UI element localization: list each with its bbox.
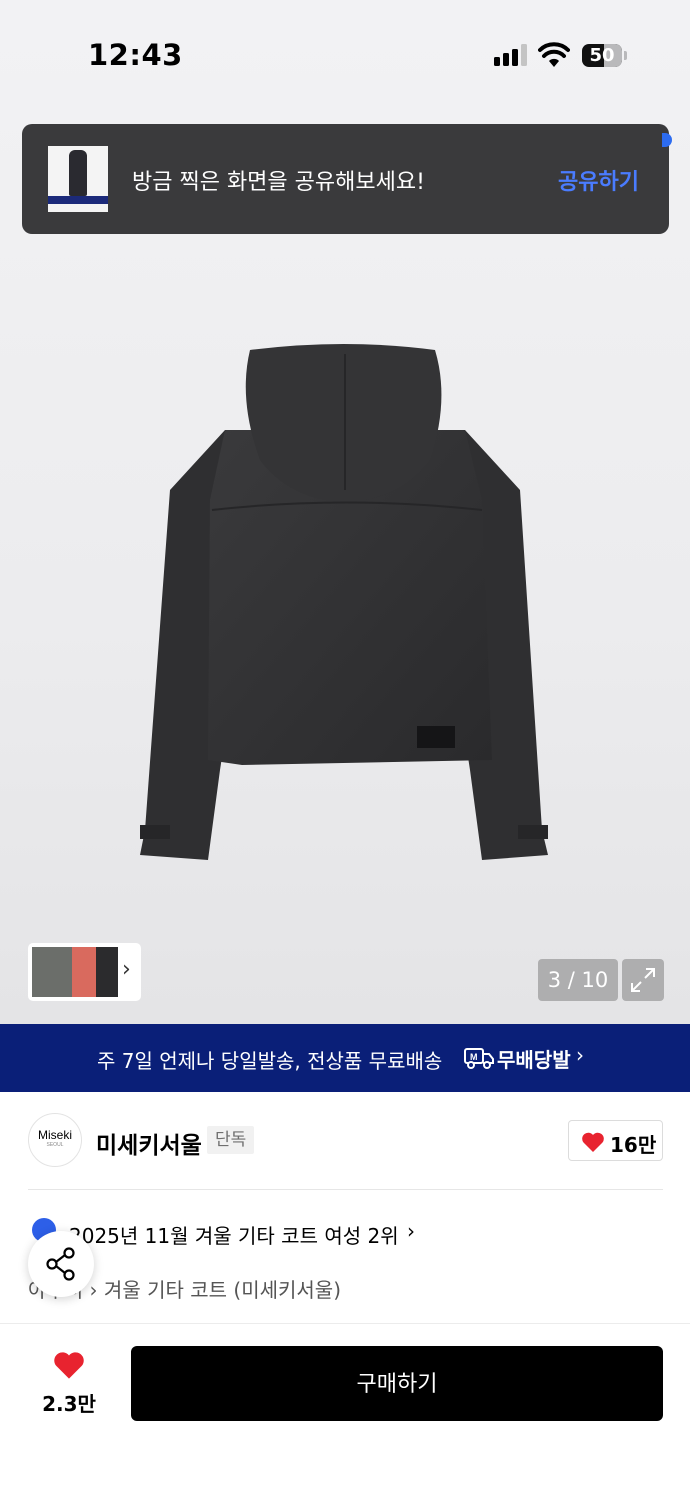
battery-icon: 50: [582, 44, 628, 67]
share-icon: [46, 1247, 75, 1281]
brand-like-button[interactable]: 16만: [568, 1120, 663, 1161]
share-button[interactable]: [28, 1231, 94, 1297]
buy-button[interactable]: 구매하기: [131, 1346, 663, 1421]
promo-brand: 무배당발: [497, 1048, 571, 1072]
thumbnail-2[interactable]: [72, 947, 96, 997]
brand-logo-subtext: SEOUL: [46, 1142, 64, 1148]
product-coat-image[interactable]: [130, 340, 560, 900]
wishlist-count: 2.3만: [42, 1392, 96, 1416]
image-counter: 3 / 10: [538, 959, 618, 1001]
wishlist-button[interactable]: 2.3만: [40, 1350, 98, 1417]
brand-logo-text: Miseki: [37, 1128, 72, 1142]
floating-indicator: [662, 133, 672, 147]
battery-level: 50: [589, 45, 615, 66]
wifi-icon: [538, 42, 570, 67]
thumbnail-3[interactable]: [96, 947, 118, 997]
thumbnail-1[interactable]: [32, 947, 72, 997]
chevron-right-icon: ›: [407, 1219, 415, 1243]
divider: [28, 1189, 663, 1190]
svg-text:M: M: [470, 1052, 478, 1062]
divider: [0, 1323, 690, 1324]
promo-banner-text: 주 7일 언제나 당일발송, 전상품 무료배송: [97, 1049, 443, 1073]
cellular-signal-icon: [494, 44, 528, 66]
ranking-link[interactable]: 2025년 11월 겨울 기타 코트 여성 2위: [69, 1220, 399, 1249]
delivery-truck-icon: M: [464, 1048, 494, 1069]
brand-name[interactable]: 미세키서울: [96, 1126, 202, 1160]
expand-icon: [631, 968, 655, 992]
promo-banner[interactable]: 주 7일 언제나 당일발송, 전상품 무료배송 M 무배당발 ›: [0, 1024, 690, 1092]
chevron-right-icon: ›: [122, 957, 131, 982]
share-toast: 방금 찍은 화면을 공유해보세요! 공유하기: [22, 124, 669, 234]
brand-like-count: 16만: [610, 1133, 657, 1157]
toast-message: 방금 찍은 화면을 공유해보세요!: [132, 170, 425, 195]
expand-button[interactable]: [622, 959, 664, 1001]
toast-share-button[interactable]: 공유하기: [558, 164, 639, 196]
screenshot-thumbnail[interactable]: [48, 146, 108, 212]
status-time: 12:43: [88, 38, 183, 72]
product-image-gallery[interactable]: 12:43 50 방금 찍은 화면을 공유해보세요! 공유하기 › 3 / 10: [0, 0, 690, 1024]
chevron-right-icon: ›: [576, 1043, 584, 1067]
heart-icon: [582, 1132, 604, 1152]
heart-icon: [54, 1352, 84, 1379]
thumbnail-strip[interactable]: ›: [28, 943, 141, 1001]
exclusive-badge: 단독: [207, 1126, 255, 1154]
brand-logo[interactable]: Miseki SEOUL: [28, 1113, 82, 1167]
